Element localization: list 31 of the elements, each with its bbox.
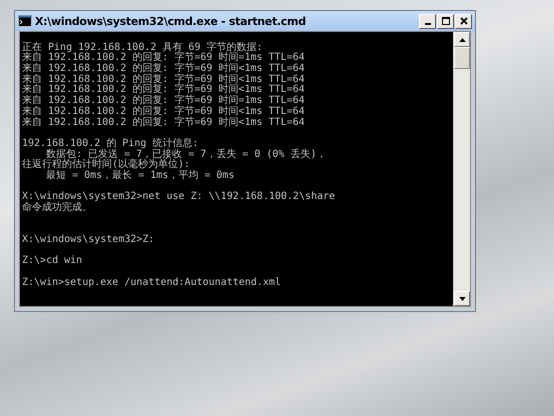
down-arrow-icon: [458, 296, 466, 300]
console-line: 来自 192.168.100.2 的回复: 字节=69 时间=1ms TTL=64: [22, 96, 306, 106]
window-title: X:\windows\system32\cmd.exe - startnet.cmd: [35, 14, 307, 28]
scroll-down-button[interactable]: [454, 291, 470, 306]
console-line: Z:\>cd win: [22, 256, 84, 268]
console-icon: [18, 15, 32, 27]
console-line: 来自 192.168.100.2 的回复: 字节=69 时间<1ms TTL=64: [22, 74, 306, 85]
up-arrow-icon: [458, 38, 466, 42]
console-line: 命令成功完成。: [22, 203, 93, 214]
console-line: 来自 192.168.100.2 的回复: 字节=69 时间<1ms TTL=64: [22, 118, 306, 128]
scroll-thumb[interactable]: [454, 47, 470, 69]
console-line: Z:\win>setup.exe /unattend:Autounattend.xml: [22, 278, 282, 288]
close-icon: [458, 16, 468, 26]
close-button[interactable]: [455, 14, 472, 28]
vertical-scrollbar[interactable]: [453, 32, 470, 306]
console-line: 数据包: 已发送 = 7，已接收 = 7，丢失 = 0 (0% 丢失)，: [46, 150, 328, 160]
console-line: 最短 = 0ms，最长 = 1ms，平均 = 0ms: [45, 170, 236, 182]
console-line: 往返行程的估计时间(以毫秒为单位):: [22, 160, 190, 170]
scroll-up-button[interactable]: [454, 32, 470, 47]
console-line: X:\windows\system32>net use Z: \\192.168.100.2\share: [22, 192, 336, 202]
console-line: 来自 192.168.100.2 的回复: 字节=69 时间<1ms TTL=64: [22, 106, 306, 117]
console-line: 192.168.100.2 的 Ping 统计信息:: [22, 138, 200, 149]
console-line: 来自 192.168.100.2 的回复: 字节=69 时间=1ms TTL=64: [22, 53, 306, 64]
console-line: X:\windows\system32>Z:: [22, 235, 156, 246]
minimize-button[interactable]: [419, 14, 436, 28]
console-line: 来自 192.168.100.2 的回复: 字节=69 时间<1ms TTL=64: [22, 64, 306, 74]
maximize-icon: [440, 16, 450, 26]
console-line: 来自 192.168.100.2 的回复: 字节=69 时间<1ms TTL=64: [22, 85, 306, 96]
console-line: 正在 Ping 192.168.100.2 具有 69 字节的数据:: [22, 42, 264, 53]
maximize-button[interactable]: [437, 14, 454, 28]
minimize-icon: [424, 23, 430, 25]
